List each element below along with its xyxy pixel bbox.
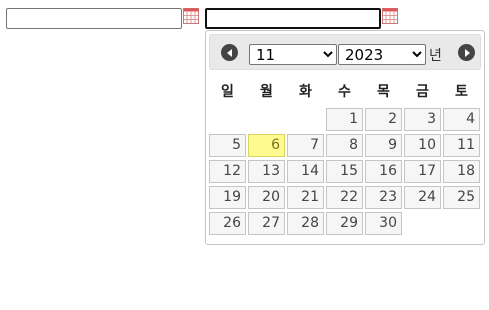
day-cell[interactable]: 15 [326,160,363,183]
circle-triangle-left-icon[interactable] [221,44,238,61]
weekday-wed: 수 [338,84,351,100]
day-cell[interactable]: 5 [209,134,246,157]
day-cell[interactable]: 4 [443,108,480,131]
day-cell[interactable]: 13 [248,160,285,183]
calendar-icon[interactable] [382,8,398,24]
day-cell[interactable]: 2 [365,108,402,131]
day-cell[interactable]: 28 [287,212,324,235]
weekday-sat: 토 [455,84,468,100]
day-cell[interactable]: 25 [443,186,480,209]
date-input-2[interactable] [205,8,381,29]
days-grid: 1 2 3 4 5 6 7 8 9 10 11 12 13 14 15 16 17 18 19 20 21 22 23 24 2… [209,108,481,235]
year-suffix-label: 년 [429,48,442,64]
day-cell[interactable]: 23 [365,186,402,209]
day-cell[interactable]: 14 [287,160,324,183]
day-cell[interactable]: 27 [248,212,285,235]
year-select[interactable]: 2023 [338,44,426,65]
day-cell[interactable]: 20 [248,186,285,209]
weekday-thu: 목 [377,84,390,100]
weekday-sun: 일 [221,84,234,100]
datepicker-header: 11 2023 년 [209,34,481,70]
day-cell-empty [248,108,285,131]
day-cell[interactable]: 21 [287,186,324,209]
day-cell-today[interactable]: 6 [248,134,285,157]
day-cell-empty [287,108,324,131]
day-cell[interactable]: 11 [443,134,480,157]
day-cell[interactable]: 26 [209,212,246,235]
day-cell[interactable]: 1 [326,108,363,131]
day-cell[interactable]: 29 [326,212,363,235]
day-cell[interactable]: 8 [326,134,363,157]
weekday-mon: 월 [260,84,273,100]
datepicker-popup: 11 2023 년 일 월 화 수 목 금 토 1 2 3 4 5 6 7 8 9 10 11 12 1… [205,30,485,245]
day-cell[interactable]: 18 [443,160,480,183]
day-cell[interactable]: 17 [404,160,441,183]
day-cell[interactable]: 3 [404,108,441,131]
day-cell[interactable]: 30 [365,212,402,235]
day-cell[interactable]: 19 [209,186,246,209]
date-input-1[interactable] [6,8,182,29]
weekday-header-row: 일 월 화 수 목 금 토 [209,74,481,108]
day-cell[interactable]: 7 [287,134,324,157]
day-cell[interactable]: 9 [365,134,402,157]
day-cell[interactable]: 24 [404,186,441,209]
month-select[interactable]: 11 [249,44,337,65]
day-cell[interactable]: 22 [326,186,363,209]
day-cell[interactable]: 10 [404,134,441,157]
weekday-fri: 금 [416,84,429,100]
day-cell[interactable]: 16 [365,160,402,183]
calendar-icon[interactable] [183,8,199,24]
weekday-tue: 화 [299,84,312,100]
day-cell[interactable]: 12 [209,160,246,183]
day-cell-empty [209,108,246,131]
circle-triangle-right-icon[interactable] [458,44,475,61]
